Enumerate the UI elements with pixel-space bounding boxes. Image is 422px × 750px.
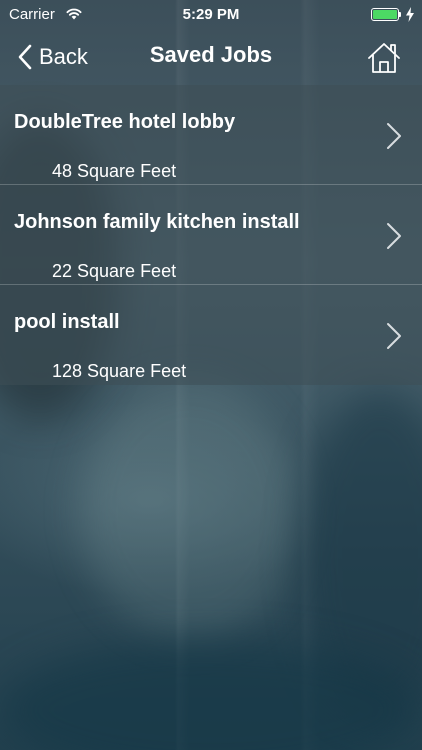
job-name: Johnson family kitchen install	[14, 211, 300, 233]
home-icon[interactable]	[366, 40, 402, 76]
job-area: 48 Square Feet	[52, 161, 177, 181]
job-area: 22 Square Feet	[52, 261, 177, 281]
background-shape	[80, 380, 300, 640]
clock: 5:29 PM	[182, 6, 240, 23]
chevron-right-icon	[387, 323, 401, 349]
battery-icon	[371, 8, 399, 21]
job-row[interactable]: Johnson family kitchen install 22 Square…	[0, 185, 422, 285]
saved-jobs-list: DoubleTree hotel lobby 48 Square Feet Jo…	[0, 85, 422, 385]
battery-level	[373, 10, 397, 19]
job-row[interactable]: DoubleTree hotel lobby 48 Square Feet	[0, 85, 422, 185]
saved-jobs-screen: Carrier 5:29 PM Back Saved Jobs DoubleTr…	[0, 0, 422, 750]
job-name: DoubleTree hotel lobby	[14, 111, 236, 133]
chevron-right-icon	[387, 123, 401, 149]
job-name: pool install	[14, 311, 120, 333]
job-row[interactable]: pool install 128 Square Feet	[0, 285, 422, 385]
charging-icon	[406, 7, 414, 22]
navigation-bar: Back Saved Jobs	[0, 30, 422, 85]
battery-tip	[399, 12, 401, 17]
job-area: 128 Square Feet	[52, 361, 187, 381]
page-title: Saved Jobs	[149, 42, 273, 67]
chevron-right-icon	[387, 223, 401, 249]
status-bar: Carrier 5:29 PM	[0, 0, 422, 30]
